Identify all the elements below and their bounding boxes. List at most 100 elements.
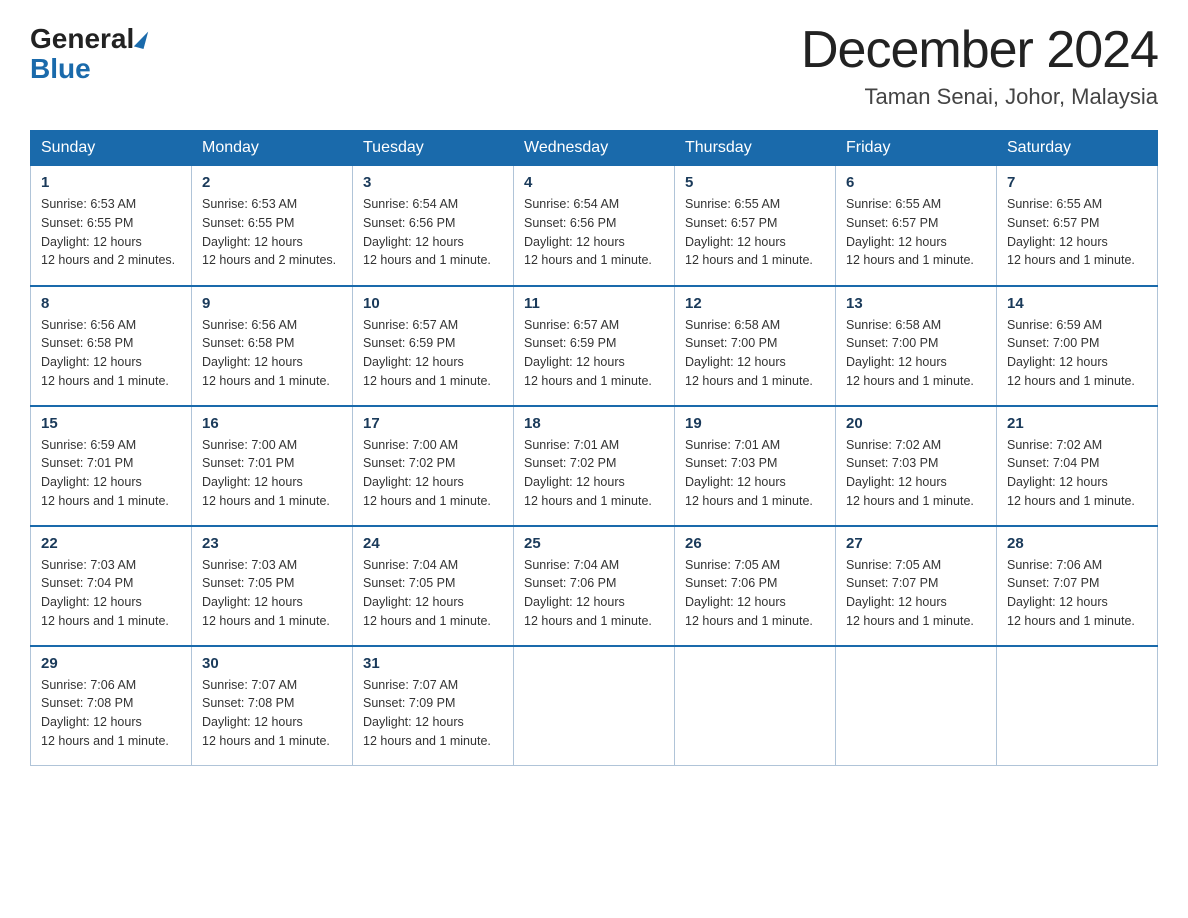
day-number: 17 <box>363 415 503 432</box>
day-info: Sunrise: 6:54 AM Sunset: 6:56 PM Dayligh… <box>524 195 664 270</box>
day-number: 20 <box>846 415 986 432</box>
calendar-cell: 30 Sunrise: 7:07 AM Sunset: 7:08 PM Dayl… <box>192 646 353 766</box>
day-info: Sunrise: 7:04 AM Sunset: 7:06 PM Dayligh… <box>524 556 664 631</box>
calendar-cell <box>836 646 997 766</box>
calendar-cell: 3 Sunrise: 6:54 AM Sunset: 6:56 PM Dayli… <box>353 166 514 286</box>
calendar-cell: 17 Sunrise: 7:00 AM Sunset: 7:02 PM Dayl… <box>353 406 514 526</box>
day-info: Sunrise: 6:55 AM Sunset: 6:57 PM Dayligh… <box>846 195 986 270</box>
week-row-5: 29 Sunrise: 7:06 AM Sunset: 7:08 PM Dayl… <box>31 646 1158 766</box>
day-info: Sunrise: 6:56 AM Sunset: 6:58 PM Dayligh… <box>202 316 342 391</box>
calendar-cell: 24 Sunrise: 7:04 AM Sunset: 7:05 PM Dayl… <box>353 526 514 646</box>
day-number: 13 <box>846 295 986 312</box>
calendar-cell: 19 Sunrise: 7:01 AM Sunset: 7:03 PM Dayl… <box>675 406 836 526</box>
day-number: 16 <box>202 415 342 432</box>
day-number: 31 <box>363 655 503 672</box>
calendar-title: December 2024 <box>801 20 1158 80</box>
calendar-cell: 20 Sunrise: 7:02 AM Sunset: 7:03 PM Dayl… <box>836 406 997 526</box>
day-info: Sunrise: 7:04 AM Sunset: 7:05 PM Dayligh… <box>363 556 503 631</box>
header-wednesday: Wednesday <box>514 131 675 166</box>
day-number: 10 <box>363 295 503 312</box>
day-info: Sunrise: 7:06 AM Sunset: 7:08 PM Dayligh… <box>41 676 181 751</box>
logo-general-text: General <box>30 25 134 53</box>
day-number: 28 <box>1007 535 1147 552</box>
day-number: 6 <box>846 174 986 191</box>
day-number: 18 <box>524 415 664 432</box>
header-tuesday: Tuesday <box>353 131 514 166</box>
day-info: Sunrise: 6:53 AM Sunset: 6:55 PM Dayligh… <box>202 195 342 270</box>
day-info: Sunrise: 6:59 AM Sunset: 7:00 PM Dayligh… <box>1007 316 1147 391</box>
day-number: 5 <box>685 174 825 191</box>
day-info: Sunrise: 6:55 AM Sunset: 6:57 PM Dayligh… <box>685 195 825 270</box>
calendar-cell: 8 Sunrise: 6:56 AM Sunset: 6:58 PM Dayli… <box>31 286 192 406</box>
day-number: 21 <box>1007 415 1147 432</box>
day-number: 7 <box>1007 174 1147 191</box>
week-row-3: 15 Sunrise: 6:59 AM Sunset: 7:01 PM Dayl… <box>31 406 1158 526</box>
calendar-cell: 11 Sunrise: 6:57 AM Sunset: 6:59 PM Dayl… <box>514 286 675 406</box>
calendar-cell: 31 Sunrise: 7:07 AM Sunset: 7:09 PM Dayl… <box>353 646 514 766</box>
calendar-cell: 1 Sunrise: 6:53 AM Sunset: 6:55 PM Dayli… <box>31 166 192 286</box>
week-row-1: 1 Sunrise: 6:53 AM Sunset: 6:55 PM Dayli… <box>31 166 1158 286</box>
day-number: 4 <box>524 174 664 191</box>
calendar-cell: 5 Sunrise: 6:55 AM Sunset: 6:57 PM Dayli… <box>675 166 836 286</box>
day-info: Sunrise: 6:54 AM Sunset: 6:56 PM Dayligh… <box>363 195 503 270</box>
calendar-cell: 29 Sunrise: 7:06 AM Sunset: 7:08 PM Dayl… <box>31 646 192 766</box>
calendar-cell: 21 Sunrise: 7:02 AM Sunset: 7:04 PM Dayl… <box>997 406 1158 526</box>
calendar-cell: 23 Sunrise: 7:03 AM Sunset: 7:05 PM Dayl… <box>192 526 353 646</box>
calendar-cell: 12 Sunrise: 6:58 AM Sunset: 7:00 PM Dayl… <box>675 286 836 406</box>
calendar-cell: 22 Sunrise: 7:03 AM Sunset: 7:04 PM Dayl… <box>31 526 192 646</box>
calendar-table: Sunday Monday Tuesday Wednesday Thursday… <box>30 130 1158 766</box>
day-info: Sunrise: 6:57 AM Sunset: 6:59 PM Dayligh… <box>524 316 664 391</box>
week-row-2: 8 Sunrise: 6:56 AM Sunset: 6:58 PM Dayli… <box>31 286 1158 406</box>
day-info: Sunrise: 7:02 AM Sunset: 7:03 PM Dayligh… <box>846 436 986 511</box>
day-number: 19 <box>685 415 825 432</box>
logo-triangle-icon <box>134 29 148 49</box>
day-info: Sunrise: 6:59 AM Sunset: 7:01 PM Dayligh… <box>41 436 181 511</box>
title-area: December 2024 Taman Senai, Johor, Malays… <box>801 20 1158 110</box>
calendar-cell: 6 Sunrise: 6:55 AM Sunset: 6:57 PM Dayli… <box>836 166 997 286</box>
day-number: 3 <box>363 174 503 191</box>
calendar-cell: 7 Sunrise: 6:55 AM Sunset: 6:57 PM Dayli… <box>997 166 1158 286</box>
day-info: Sunrise: 7:03 AM Sunset: 7:04 PM Dayligh… <box>41 556 181 631</box>
day-number: 23 <box>202 535 342 552</box>
day-info: Sunrise: 7:01 AM Sunset: 7:03 PM Dayligh… <box>685 436 825 511</box>
day-info: Sunrise: 7:06 AM Sunset: 7:07 PM Dayligh… <box>1007 556 1147 631</box>
day-number: 27 <box>846 535 986 552</box>
calendar-cell: 2 Sunrise: 6:53 AM Sunset: 6:55 PM Dayli… <box>192 166 353 286</box>
day-number: 29 <box>41 655 181 672</box>
day-info: Sunrise: 6:53 AM Sunset: 6:55 PM Dayligh… <box>41 195 181 270</box>
day-number: 1 <box>41 174 181 191</box>
day-info: Sunrise: 7:07 AM Sunset: 7:08 PM Dayligh… <box>202 676 342 751</box>
calendar-cell: 15 Sunrise: 6:59 AM Sunset: 7:01 PM Dayl… <box>31 406 192 526</box>
day-info: Sunrise: 6:58 AM Sunset: 7:00 PM Dayligh… <box>846 316 986 391</box>
day-info: Sunrise: 7:00 AM Sunset: 7:01 PM Dayligh… <box>202 436 342 511</box>
header-monday: Monday <box>192 131 353 166</box>
calendar-cell <box>514 646 675 766</box>
logo-blue-text: Blue <box>30 53 91 84</box>
day-number: 15 <box>41 415 181 432</box>
day-info: Sunrise: 6:57 AM Sunset: 6:59 PM Dayligh… <box>363 316 503 391</box>
calendar-cell <box>675 646 836 766</box>
day-info: Sunrise: 6:58 AM Sunset: 7:00 PM Dayligh… <box>685 316 825 391</box>
day-info: Sunrise: 7:05 AM Sunset: 7:06 PM Dayligh… <box>685 556 825 631</box>
calendar-cell: 14 Sunrise: 6:59 AM Sunset: 7:00 PM Dayl… <box>997 286 1158 406</box>
calendar-subtitle: Taman Senai, Johor, Malaysia <box>801 84 1158 110</box>
logo: General Blue <box>30 20 148 85</box>
days-header-row: Sunday Monday Tuesday Wednesday Thursday… <box>31 131 1158 166</box>
day-number: 22 <box>41 535 181 552</box>
day-number: 2 <box>202 174 342 191</box>
calendar-cell: 10 Sunrise: 6:57 AM Sunset: 6:59 PM Dayl… <box>353 286 514 406</box>
day-info: Sunrise: 7:02 AM Sunset: 7:04 PM Dayligh… <box>1007 436 1147 511</box>
day-info: Sunrise: 7:05 AM Sunset: 7:07 PM Dayligh… <box>846 556 986 631</box>
day-info: Sunrise: 7:07 AM Sunset: 7:09 PM Dayligh… <box>363 676 503 751</box>
header-saturday: Saturday <box>997 131 1158 166</box>
calendar-cell <box>997 646 1158 766</box>
day-number: 8 <box>41 295 181 312</box>
day-info: Sunrise: 7:01 AM Sunset: 7:02 PM Dayligh… <box>524 436 664 511</box>
day-number: 11 <box>524 295 664 312</box>
day-number: 9 <box>202 295 342 312</box>
header-thursday: Thursday <box>675 131 836 166</box>
calendar-cell: 4 Sunrise: 6:54 AM Sunset: 6:56 PM Dayli… <box>514 166 675 286</box>
day-info: Sunrise: 6:56 AM Sunset: 6:58 PM Dayligh… <box>41 316 181 391</box>
calendar-cell: 25 Sunrise: 7:04 AM Sunset: 7:06 PM Dayl… <box>514 526 675 646</box>
calendar-cell: 27 Sunrise: 7:05 AM Sunset: 7:07 PM Dayl… <box>836 526 997 646</box>
